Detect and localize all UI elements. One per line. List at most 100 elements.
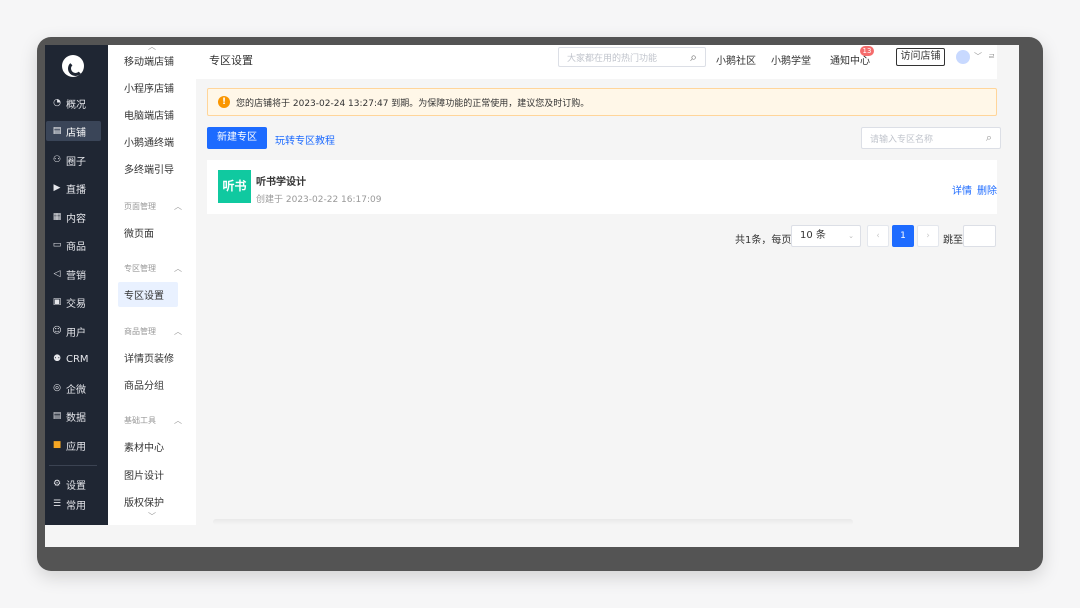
nav-label: 交易 (66, 298, 86, 310)
user-icon: ☺ (52, 326, 62, 336)
new-zone-button[interactable]: 新建专区 (207, 127, 267, 149)
nav-label: 常用 (66, 500, 86, 512)
nav-item-user[interactable]: ☺ 用户 (46, 321, 101, 341)
search-icon[interactable]: ⌕ (986, 131, 992, 145)
sub-item-zone-settings[interactable]: 专区设置 (118, 282, 178, 307)
nav-label: CRM (66, 353, 89, 365)
nav-item-trade[interactable]: ▣ 交易 (46, 292, 101, 312)
chevron-up-icon: ︿ (174, 264, 182, 273)
chevron-down-icon: ⌄ (848, 232, 854, 240)
nav-label: 应用 (66, 441, 86, 453)
warning-icon: ! (218, 96, 230, 108)
group-page-management[interactable]: 页面管理 ︿ (124, 201, 182, 212)
content-icon: ▦ (52, 212, 62, 222)
group-goods-management[interactable]: 商品管理 ︿ (124, 326, 182, 337)
nav-label: 营销 (66, 270, 86, 282)
sub-item-mobile-shop[interactable]: 移动端店铺 (124, 53, 174, 68)
next-page-button[interactable]: › (917, 225, 939, 247)
sub-item-terminal[interactable]: 小鹅通终端 (124, 134, 174, 149)
search-placeholder: 大家都在用的热门功能 (567, 53, 658, 64)
nav-item-marketing[interactable]: ◁ 营销 (46, 264, 101, 284)
sub-item-goods-group[interactable]: 商品分组 (124, 377, 164, 392)
pagination-total: 共1条，每页 (735, 235, 792, 246)
group-label: 页面管理 (124, 202, 156, 211)
list-icon: ☰ (52, 499, 62, 509)
nav-label: 圈子 (66, 156, 86, 168)
trade-icon: ▣ (52, 297, 62, 307)
chevron-down-icon[interactable]: ﹀ (974, 51, 982, 62)
scroll-down-icon[interactable]: ﹀ (148, 511, 156, 522)
page-size-select[interactable]: 10 条 ⌄ (791, 225, 861, 247)
apps-icon: ■ (52, 440, 62, 450)
zone-card: 听书 听书学设计 创建于 2023-02-22 16:17:09 详情 删除 (207, 160, 997, 214)
group-label: 专区管理 (124, 264, 156, 273)
wecom-icon: ◎ (53, 383, 61, 393)
crm-icon: ⚉ (52, 354, 62, 364)
scroll-up-icon[interactable]: ︿ (148, 45, 156, 52)
live-icon: ▶ (53, 183, 61, 193)
jump-page-input[interactable] (963, 225, 996, 247)
sub-item-multi-terminal[interactable]: 多终端引导 (124, 161, 174, 176)
prev-page-button[interactable]: ‹ (867, 225, 889, 247)
more-icon[interactable]: ㄹ (988, 51, 995, 62)
gear-icon: ⚙ (52, 479, 62, 489)
chevron-up-icon: ︿ (174, 327, 182, 336)
nav-label: 用户 (66, 327, 86, 339)
app-viewport: ◔ 概况 ▤ 店铺 ⚇ 圈子 ▶ 直播 ▦ 内容 ▭ 商品 ◁ 营销 ▣ 交易 ☺ 用户 ⚉ CRM… (45, 45, 1019, 547)
sub-item-detail-decoration[interactable]: 详情页装修 (124, 350, 174, 365)
overview-icon: ◔ (53, 98, 61, 108)
nav-item-content[interactable]: ▦ 内容 (46, 207, 101, 227)
feature-search-input[interactable]: 大家都在用的热门功能 ⌕ (558, 47, 706, 67)
nav-item-overview[interactable]: ◔ 概况 (46, 93, 101, 113)
shop-icon: ▤ (52, 126, 62, 136)
group-basic-tools[interactable]: 基础工具 ︿ (124, 415, 182, 426)
chevron-up-icon: ︿ (174, 202, 182, 211)
nav-item-apps[interactable]: ■ 应用 (46, 435, 101, 455)
zone-detail-link[interactable]: 详情 (952, 182, 972, 197)
notification-badge: 13 (860, 46, 874, 56)
avatar[interactable] (956, 50, 970, 64)
community-link[interactable]: 小鹅社区 (716, 52, 756, 67)
nav-item-crm[interactable]: ⚉ CRM (46, 349, 101, 369)
brand-logo[interactable] (62, 55, 84, 77)
sub-item-micro-page[interactable]: 微页面 (124, 225, 154, 240)
sub-item-pc-shop[interactable]: 电脑端店铺 (124, 107, 174, 122)
expiry-notice: ! 您的店铺将于 2023-02-24 13:27:47 到期。为保障功能的正常… (207, 88, 997, 116)
sub-item-copyright[interactable]: 版权保护 (124, 494, 164, 509)
sub-item-miniprogram-shop[interactable]: 小程序店铺 (124, 80, 174, 95)
nav-item-goods[interactable]: ▭ 商品 (46, 235, 101, 255)
zone-delete-link[interactable]: 删除 (977, 182, 997, 197)
sub-item-picture-design[interactable]: 图片设计 (124, 467, 164, 482)
nav-label: 数据 (66, 412, 86, 424)
page-number-button[interactable]: 1 (892, 225, 914, 247)
nav-label: 企微 (66, 384, 86, 396)
megaphone-icon: ◁ (53, 269, 61, 279)
goods-icon: ▭ (52, 240, 62, 250)
zone-thumbnail: 听书 (218, 170, 251, 203)
search-icon[interactable]: ⌕ (690, 50, 697, 65)
circle-icon: ⚇ (52, 155, 62, 165)
top-header: 专区设置 大家都在用的热门功能 ⌕ 小鹅社区 小鹅学堂 通知中心 13 访问店铺 … (196, 45, 997, 79)
nav-label: 内容 (66, 213, 86, 225)
group-zone-management[interactable]: 专区管理 ︿ (124, 263, 182, 274)
data-icon: ▤ (52, 411, 62, 421)
zone-title: 听书学设计 (256, 177, 306, 188)
primary-nav: ◔ 概况 ▤ 店铺 ⚇ 圈子 ▶ 直播 ▦ 内容 ▭ 商品 ◁ 营销 ▣ 交易 ☺ 用户 ⚉ CRM… (45, 45, 108, 525)
nav-item-data[interactable]: ▤ 数据 (46, 406, 101, 426)
nav-item-wecom[interactable]: ◎ 企微 (46, 378, 101, 398)
nav-item-live[interactable]: ▶ 直播 (46, 178, 101, 198)
nav-label: 概况 (66, 99, 86, 111)
sub-item-material-center[interactable]: 素材中心 (124, 439, 164, 454)
app-window: ◔ 概况 ▤ 店铺 ⚇ 圈子 ▶ 直播 ▦ 内容 ▭ 商品 ◁ 营销 ▣ 交易 ☺ 用户 ⚉ CRM… (37, 37, 1043, 571)
secondary-nav: ︿ 移动端店铺 小程序店铺 电脑端店铺 小鹅通终端 多终端引导 页面管理 ︿ 微页… (108, 45, 196, 525)
academy-link[interactable]: 小鹅学堂 (771, 52, 811, 67)
zone-tutorial-link[interactable]: 玩转专区教程 (275, 132, 335, 147)
zone-created-date: 创建于 2023-02-22 16:17:09 (256, 195, 382, 205)
nav-item-shop[interactable]: ▤ 店铺 (46, 121, 101, 141)
visit-shop-button[interactable]: 访问店铺 (896, 48, 945, 66)
nav-item-circle[interactable]: ⚇ 圈子 (46, 150, 101, 170)
nav-item-settings[interactable]: ⚙ 设置 (46, 474, 101, 494)
nav-item-common[interactable]: ☰ 常用 (46, 494, 101, 514)
group-label: 商品管理 (124, 327, 156, 336)
zone-name-search-input[interactable]: 请输入专区名称 ⌕ (861, 127, 1001, 149)
